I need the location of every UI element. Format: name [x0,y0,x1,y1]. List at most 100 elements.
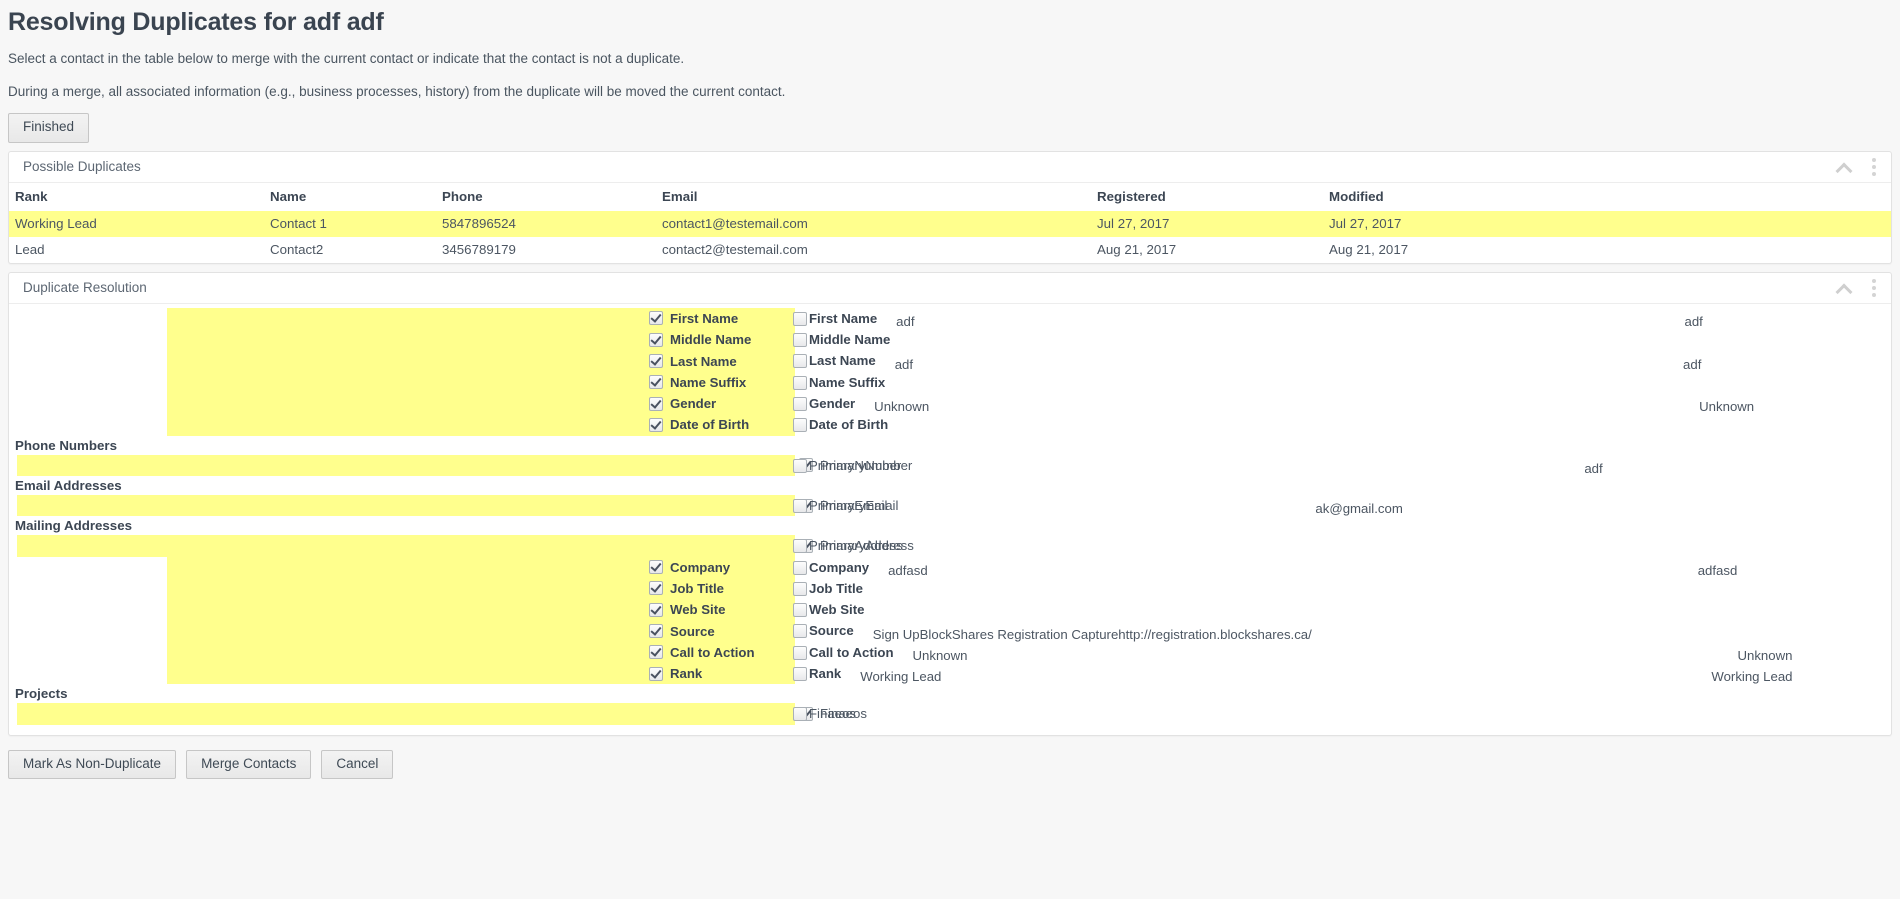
cell-name: Contact 1 [270,210,442,237]
column-header-registered[interactable]: Registered [1097,181,1329,211]
target-field-label: Source [809,623,854,639]
possible-duplicates-panel: Possible Duplicates Rank Name Phone Emai… [8,150,1892,264]
finished-button[interactable]: Finished [8,113,90,143]
field-group-label: Phone Numbers [15,437,117,453]
cell-modified: Aug 21, 2017 [1329,241,1409,257]
cell-name: Contact2 [270,241,324,257]
source-field-label: First Name [670,310,739,326]
source-field-checkbox[interactable] [649,396,663,411]
source-field-label: Name Suffix [670,374,747,390]
field-comparison-row: Finaeos Finaeos [9,703,1891,725]
target-field-checkbox[interactable] [793,498,807,513]
target-field-value: Unknown [1737,647,1793,663]
duplicate-resolution-page: Resolving Duplicates for adf adf Select … [0,8,1900,780]
duplicate-resolution-body: First Name adf First Name adf Middle Name Mid… [9,302,1891,735]
target-field-label: Job Title [809,580,863,596]
target-field-checkbox[interactable] [793,354,807,369]
field-comparison-row: First Name adf First Name adf [9,307,1891,330]
cell-email: contact2@testemail.com [662,241,808,257]
source-field-checkbox[interactable] [649,624,663,639]
selected-source-highlight [17,703,795,725]
source-field-checkbox[interactable] [649,666,663,681]
selected-source-highlight [17,454,795,476]
target-field-value: adf [1683,356,1702,372]
column-header-email[interactable]: Email [662,181,1097,211]
source-field-checkbox[interactable] [649,581,663,596]
page-title: Resolving Duplicates for adf adf [8,8,384,36]
target-field-label: Last Name [809,353,876,369]
source-field-checkbox[interactable] [649,560,663,575]
column-header-phone[interactable]: Phone [442,181,662,211]
source-field-checkbox[interactable] [649,332,663,347]
source-field-value: Working Lead [860,669,942,685]
chevron-up-icon[interactable] [1835,279,1853,297]
column-header-rank[interactable]: Rank [9,181,270,211]
selected-source-highlight [17,494,795,517]
source-field-value: Sign UpBlockShares Registration Captureh… [872,626,1312,642]
target-field-value: Unknown [1699,399,1755,415]
target-field-label: Date of Birth [809,417,889,433]
field-group-label: Projects [15,686,68,702]
field-comparison-row: Source Sign UpBlockShares Registration Ca… [9,620,1891,642]
field-comparison-grid: First Name adf First Name adf Middle Name Mid… [9,307,1891,725]
kebab-menu-icon[interactable] [1867,278,1881,297]
source-field-checkbox[interactable] [649,417,663,432]
target-field-checkbox[interactable] [793,581,807,596]
source-field-value: adf [894,356,914,372]
target-field-checkbox[interactable] [793,418,807,433]
duplicate-resolution-panel: Duplicate Resolution First Name adf First … [8,271,1892,736]
target-field-checkbox[interactable] [793,645,807,660]
field-comparison-row: Rank Working Lead Rank Working Lead [9,663,1891,685]
target-field-checkbox[interactable] [793,707,807,722]
source-field-label: Date of Birth [670,417,750,433]
target-field-checkbox[interactable] [793,458,807,473]
target-field-checkbox[interactable] [793,311,807,326]
field-group-label: Email Addresses [15,477,122,493]
target-field-checkbox[interactable] [793,539,807,554]
target-field-label: PrimaryAddress [809,538,903,554]
source-field-value: ak@gmail.com [1315,501,1403,517]
column-header-modified[interactable]: Modified [1329,181,1891,211]
source-field-checkbox[interactable] [649,602,663,617]
field-comparison-row: Company adfasd Company adfasd [9,556,1891,578]
chevron-up-icon[interactable] [1835,158,1853,176]
source-field-label: Job Title [670,580,724,596]
possible-duplicates-table: Rank Name Phone Email Registered Modifie… [9,181,1891,263]
target-field-checkbox[interactable] [793,397,807,412]
source-field-label: Last Name [670,353,737,369]
target-field-checkbox[interactable] [793,560,807,575]
top-toolbar: Finished [8,113,1900,143]
field-comparison-row: Call to Action Unknown Call to Action Unkno… [9,641,1891,663]
cancel-button[interactable]: Cancel [321,749,394,780]
source-field-checkbox[interactable] [649,311,663,326]
target-field-checkbox[interactable] [793,333,807,348]
target-field-checkbox[interactable] [793,375,807,390]
intro-text-line-1: Select a contact in the table below to m… [8,51,685,66]
target-field-label: Name Suffix [809,374,886,390]
source-field-value: Unknown [912,647,968,663]
target-field-label: PrimaryNumber [809,457,902,473]
field-comparison-row: Name Suffix Name Suffix [9,371,1891,394]
target-field-checkbox[interactable] [793,624,807,639]
source-field-checkbox[interactable] [649,375,663,390]
target-field-checkbox[interactable] [793,603,807,618]
cell-rank: Working Lead [9,210,270,237]
table-row[interactable]: Lead Contact2 3456789179 contact2@testem… [9,237,1891,263]
kebab-menu-icon[interactable] [1867,157,1881,176]
field-group-header: Mailing Addresses [9,516,1891,535]
field-comparison-row: PrimaryAddress PrimaryAddress [9,535,1891,557]
field-comparison-row: Date of Birth Date of Birth [9,414,1891,436]
source-field-checkbox[interactable] [649,354,663,369]
target-field-label: Gender [809,396,856,412]
target-field-value: adf [1684,313,1703,329]
field-comparison-row: Gender Unknown Gender Unknown [9,393,1891,415]
target-field-checkbox[interactable] [793,667,807,681]
target-field-label: Middle Name [809,332,891,348]
column-header-name[interactable]: Name [270,181,442,211]
field-comparison-row: Middle Name Middle Name [9,329,1891,351]
source-field-label: Source [670,623,715,639]
source-field-checkbox[interactable] [649,645,663,660]
mark-as-non-duplicate-button[interactable]: Mark As Non-Duplicate [8,749,177,780]
merge-contacts-button[interactable]: Merge Contacts [186,749,312,780]
table-row[interactable]: Working Lead Contact 1 5847896524 contac… [9,210,1891,237]
